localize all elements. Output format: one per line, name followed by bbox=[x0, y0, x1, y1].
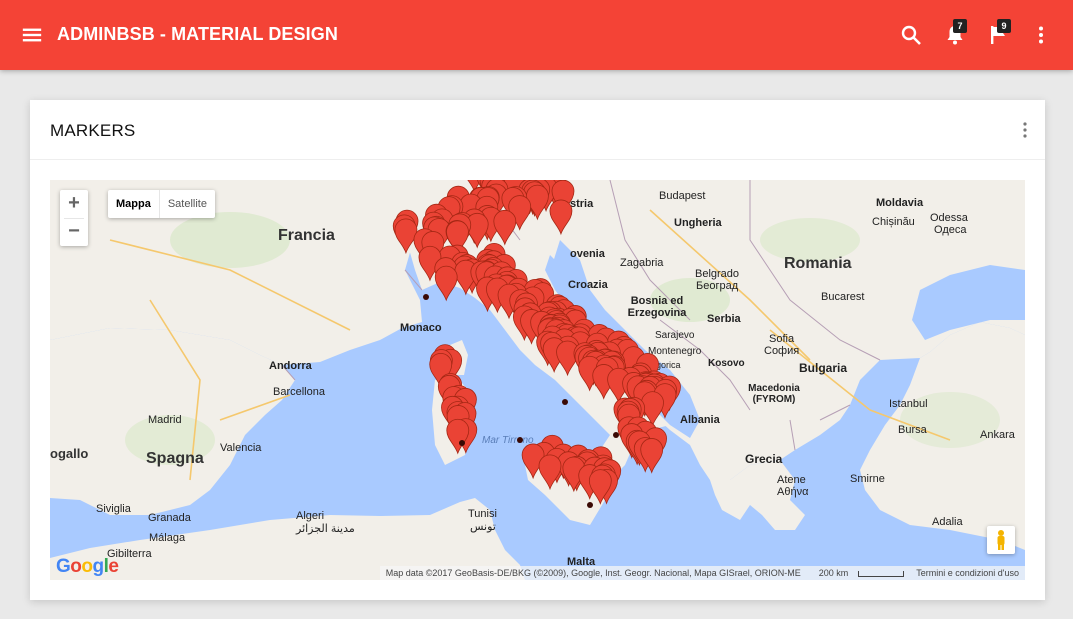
notifications-badge: 7 bbox=[953, 19, 967, 33]
street-view-pegman[interactable] bbox=[987, 526, 1015, 554]
zoom-control: + − bbox=[60, 190, 88, 246]
zoom-out-button[interactable]: − bbox=[60, 218, 88, 246]
map-marker-center bbox=[517, 437, 523, 443]
card-title: MARKERS bbox=[50, 121, 136, 140]
tasks-badge: 9 bbox=[997, 19, 1011, 33]
google-logo[interactable]: Google bbox=[56, 556, 119, 578]
map-marker[interactable] bbox=[394, 218, 418, 255]
search-icon[interactable] bbox=[899, 23, 923, 47]
map-attribution-bar: Map data ©2017 GeoBasis-DE/BKG (©2009), … bbox=[379, 566, 1025, 580]
more-vertical-icon[interactable] bbox=[1029, 23, 1053, 47]
app-title[interactable]: ADMINBSB - MATERIAL DESIGN bbox=[57, 24, 338, 45]
map-marker[interactable] bbox=[549, 199, 573, 236]
menu-icon[interactable] bbox=[21, 24, 43, 46]
map-scale-bar bbox=[858, 570, 905, 577]
map-terms-link[interactable]: Termini e condizioni d'uso bbox=[910, 566, 1025, 580]
google-map[interactable]: Francia Spagna Romania Ungheria Bulgaria… bbox=[50, 180, 1025, 580]
card-more-icon[interactable] bbox=[1017, 120, 1033, 140]
map-marker-center bbox=[423, 294, 429, 300]
map-marker-center bbox=[613, 432, 619, 438]
map-attribution-text: Map data ©2017 GeoBasis-DE/BKG (©2009), … bbox=[385, 568, 801, 578]
map-marker-center bbox=[587, 502, 593, 508]
maptype-satellite-button[interactable]: Satellite bbox=[160, 190, 215, 218]
card-header: MARKERS bbox=[30, 100, 1045, 160]
map-marker-center bbox=[562, 399, 568, 405]
map-type-control: Mappa Satellite bbox=[108, 190, 215, 218]
marker-layer bbox=[392, 180, 681, 508]
map-marker[interactable] bbox=[538, 454, 562, 491]
top-navbar: ADMINBSB - MATERIAL DESIGN 7 9 bbox=[0, 0, 1073, 70]
pegman-icon bbox=[997, 530, 1005, 550]
map-scale[interactable]: 200 km bbox=[807, 566, 911, 580]
zoom-in-button[interactable]: + bbox=[60, 190, 88, 218]
map-scale-label: 200 km bbox=[818, 568, 849, 578]
map-marker[interactable] bbox=[434, 265, 458, 302]
markers-card: MARKERS Francia Spagna Romania Ungheria … bbox=[30, 100, 1045, 600]
maptype-map-button[interactable]: Mappa bbox=[108, 190, 160, 218]
map-marker-center bbox=[459, 440, 465, 446]
map-marker[interactable] bbox=[493, 209, 517, 246]
